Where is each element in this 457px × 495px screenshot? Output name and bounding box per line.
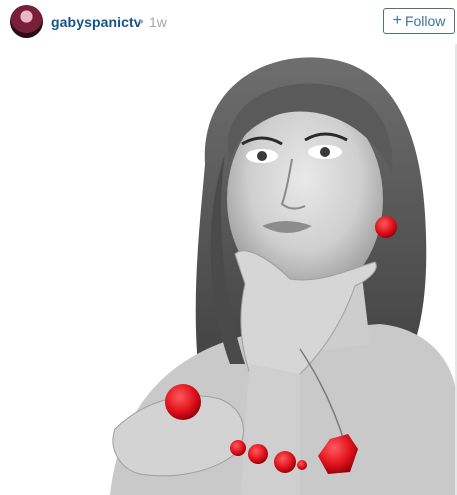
post-timestamp[interactable]: 1w [149,14,167,30]
user-avatar[interactable] [10,5,43,38]
bracelet-bead-4 [297,460,307,470]
post-photo[interactable] [0,44,457,495]
follow-button-label: Follow [404,13,446,29]
red-earring [375,216,397,238]
separator-dot: • [139,13,144,29]
left-iris [257,151,267,161]
forearm [240,364,300,495]
instagram-post: gabyspanictv • 1w + Follow [0,0,457,495]
portrait-image [0,44,457,495]
red-ring [165,384,201,420]
follow-button[interactable]: + Follow [383,8,455,34]
username-link[interactable]: gabyspanictv [51,14,142,30]
bracelet-bead-2 [248,444,268,464]
post-header: gabyspanictv • 1w + Follow [0,0,457,44]
plus-icon: + [392,12,402,29]
bracelet-bead-3 [274,451,296,473]
bracelet-bead-1 [230,440,246,456]
right-iris [320,147,330,157]
